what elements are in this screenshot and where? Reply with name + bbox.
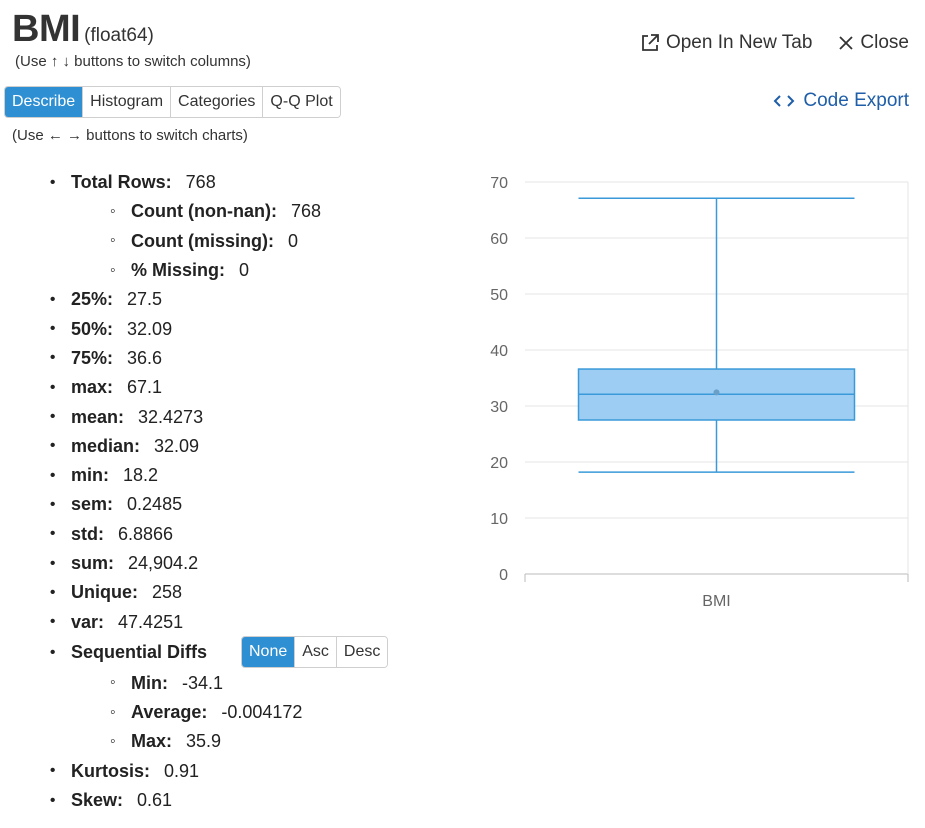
window-actions: Open In New Tab Close bbox=[640, 32, 909, 54]
stat-mean: mean:32.4273 bbox=[50, 402, 321, 431]
stat-count-missing: Count (missing):0 bbox=[50, 227, 321, 256]
stat-sequential-diffs: Sequential Diffs None Asc Desc bbox=[50, 635, 389, 669]
stat-max: max:67.1 bbox=[50, 373, 321, 402]
y-tick-label: 60 bbox=[490, 231, 508, 248]
close-button[interactable]: Close bbox=[838, 32, 909, 54]
stat-min: min:18.2 bbox=[50, 461, 321, 490]
close-label: Close bbox=[860, 32, 909, 53]
seq-diffs-sort-buttons: None Asc Desc bbox=[241, 635, 389, 668]
stat-sum: sum:24,904.2 bbox=[50, 549, 321, 578]
stat-seq-average: Average:-0.004172 bbox=[50, 698, 321, 727]
external-link-icon bbox=[642, 34, 659, 51]
y-tick-label: 10 bbox=[490, 511, 508, 528]
stat-sem: sem:0.2485 bbox=[50, 490, 321, 519]
y-tick-label: 20 bbox=[490, 455, 508, 472]
seq-desc-button[interactable]: Desc bbox=[335, 636, 388, 667]
describe-stats: Total Rows:768 Count (non-nan):768 Count… bbox=[50, 168, 389, 815]
x-category-label: BMI bbox=[702, 593, 730, 610]
stat-kurtosis: Kurtosis:0.91 bbox=[50, 757, 321, 786]
stat-median: median:32.09 bbox=[50, 432, 321, 461]
code-export-button[interactable]: Code Export bbox=[773, 90, 909, 112]
open-new-tab-button[interactable]: Open In New Tab bbox=[640, 32, 812, 54]
stat-total-rows: Total Rows:768 bbox=[50, 168, 321, 197]
stat-var: var:47.4251 bbox=[50, 607, 321, 636]
code-export-label: Code Export bbox=[803, 90, 909, 111]
code-icon bbox=[773, 95, 795, 107]
stat-p25: 25%:27.5 bbox=[50, 285, 321, 314]
stat-count-non-nan: Count (non-nan):768 bbox=[50, 197, 321, 226]
stat-unique: Unique:258 bbox=[50, 578, 321, 607]
close-icon bbox=[839, 36, 854, 50]
chart-tabs: Describe Histogram Categories Q-Q Plot bbox=[4, 86, 341, 118]
y-tick-label: 0 bbox=[499, 567, 508, 584]
column-header: BMI (float64) bbox=[12, 8, 154, 51]
stat-skew: Skew:0.61 bbox=[50, 786, 321, 815]
y-tick-label: 30 bbox=[490, 399, 508, 416]
switch-charts-hint: (Use ← → buttons to switch charts) bbox=[12, 127, 248, 144]
mean-marker bbox=[713, 389, 720, 396]
column-name: BMI bbox=[12, 8, 81, 50]
tab-qq-plot[interactable]: Q-Q Plot bbox=[262, 87, 340, 117]
stat-p75: 75%:36.6 bbox=[50, 344, 321, 373]
seq-asc-button[interactable]: Asc bbox=[294, 636, 336, 667]
switch-columns-hint: (Use ↑ ↓ buttons to switch columns) bbox=[15, 53, 251, 70]
tab-histogram[interactable]: Histogram bbox=[82, 87, 171, 117]
y-tick-label: 50 bbox=[490, 287, 508, 304]
y-tick-label: 70 bbox=[490, 175, 508, 192]
column-dtype: (float64) bbox=[84, 25, 154, 46]
tab-categories[interactable]: Categories bbox=[170, 87, 263, 117]
stat-std: std:6.8866 bbox=[50, 520, 321, 549]
stat-p50: 50%:32.09 bbox=[50, 314, 321, 343]
stat-seq-max: Max:35.9 bbox=[50, 727, 321, 756]
seq-none-button[interactable]: None bbox=[242, 636, 295, 667]
box-plot-chart: 0 10 20 30 40 50 60 70 BMI bbox=[490, 175, 909, 610]
open-new-tab-label: Open In New Tab bbox=[665, 32, 813, 53]
stat-seq-min: Min:-34.1 bbox=[50, 669, 321, 698]
y-tick-label: 40 bbox=[490, 343, 508, 360]
stat-pct-missing: % Missing:0 bbox=[50, 256, 321, 285]
tab-describe[interactable]: Describe bbox=[5, 87, 83, 117]
